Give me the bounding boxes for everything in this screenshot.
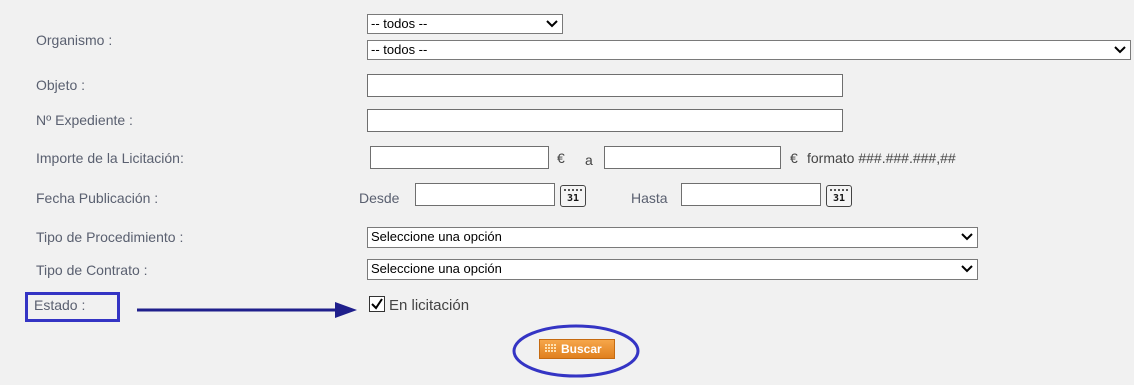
contrato-label: Tipo de Contrato :: [36, 262, 148, 278]
grid-icon: [545, 344, 556, 352]
chevron-down-icon: [961, 233, 973, 241]
fecha-hasta-label: Hasta: [631, 190, 668, 206]
expediente-label: Nº Expediente :: [36, 112, 133, 128]
importe-label: Importe de la Licitación:: [36, 150, 184, 166]
search-form: Organismo : -- todos -- -- todos -- Obje…: [0, 0, 1134, 385]
organismo-select-primary[interactable]: -- todos --: [367, 14, 563, 34]
fecha-desde-label: Desde: [359, 190, 400, 206]
chevron-down-icon: [1114, 46, 1126, 54]
organismo-select-secondary[interactable]: -- todos --: [367, 40, 1131, 60]
contrato-select-value: Seleccione una opción: [371, 261, 502, 276]
euro-sign-max: €: [790, 150, 798, 166]
calendar-icon-hasta[interactable]: 31: [826, 185, 852, 207]
buscar-button-label: Buscar: [561, 342, 602, 356]
en-licitacion-label: En licitación: [389, 297, 470, 314]
procedimiento-select-value: Seleccione una opción: [371, 229, 502, 244]
chevron-down-icon: [961, 265, 973, 273]
importe-format-hint: formato ###.###.###,##: [807, 150, 956, 166]
en-licitacion-checkbox[interactable]: [369, 296, 385, 312]
fecha-desde-input[interactable]: [415, 183, 555, 206]
fecha-label: Fecha Publicación :: [36, 190, 159, 206]
organismo-select-primary-value: -- todos --: [371, 16, 428, 31]
fecha-hasta-input[interactable]: [681, 183, 821, 206]
expediente-input[interactable]: [367, 109, 843, 132]
importe-max-input[interactable]: [604, 146, 781, 169]
objeto-input[interactable]: [367, 74, 843, 97]
procedimiento-select[interactable]: Seleccione una opción: [367, 227, 978, 248]
calendar-icon-desde[interactable]: 31: [560, 185, 586, 207]
buscar-button[interactable]: Buscar: [539, 339, 615, 359]
contrato-select[interactable]: Seleccione una opción: [367, 259, 978, 280]
organismo-label: Organismo :: [36, 32, 113, 48]
organismo-select-secondary-value: -- todos --: [371, 42, 428, 57]
chevron-down-icon: [546, 20, 558, 28]
annotation-arrow-icon: [137, 302, 357, 318]
estado-label: Estado :: [34, 297, 86, 313]
checkmark-icon: [371, 298, 383, 310]
objeto-label: Objeto :: [36, 77, 86, 93]
procedimiento-label: Tipo de Procedimiento :: [36, 229, 184, 245]
importe-min-input[interactable]: [370, 146, 549, 169]
importe-range-separator: a: [585, 152, 593, 168]
euro-sign-min: €: [557, 150, 565, 166]
